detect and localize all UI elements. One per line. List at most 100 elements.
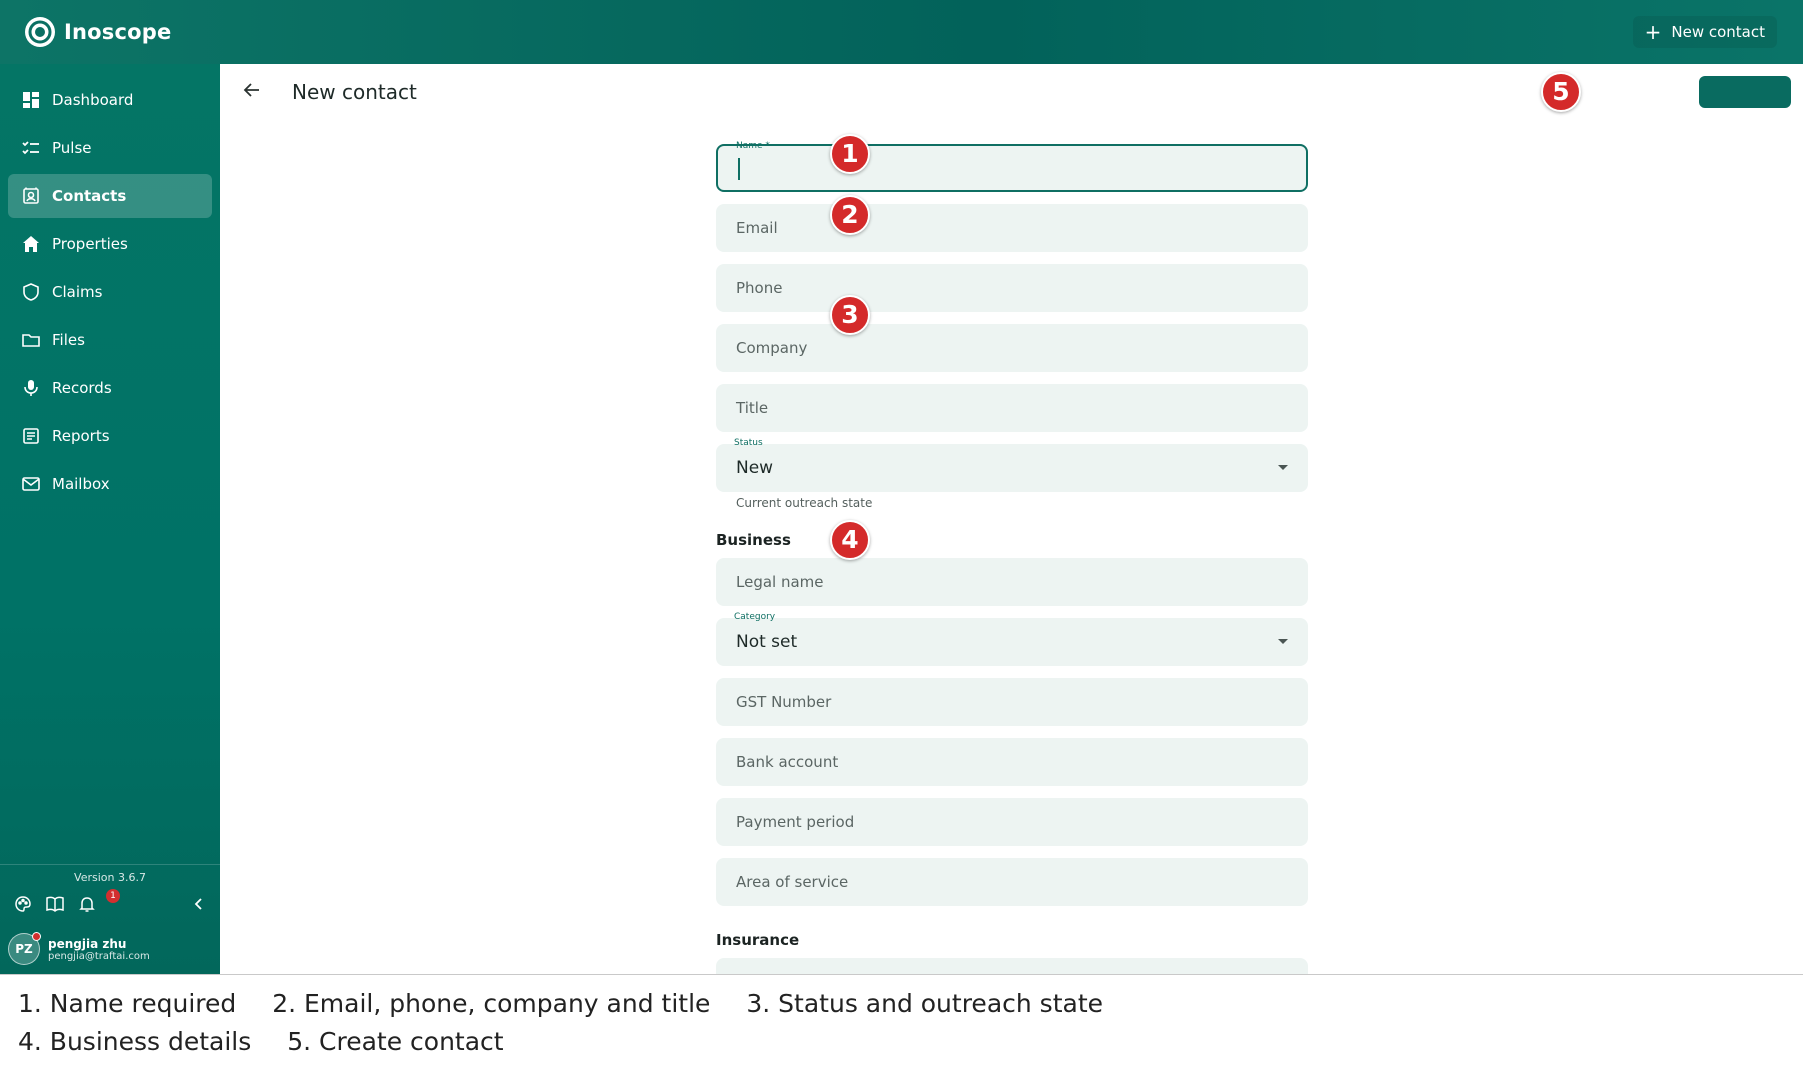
email-placeholder: Email [736,219,778,237]
avatar-initials: PZ [15,942,33,956]
page-title: New contact [292,80,417,104]
gst-placeholder: GST Number [736,693,832,711]
marker-5: 5 [1541,72,1581,112]
sidebar-item-label: Reports [52,427,110,445]
marker-3: 3 [830,295,870,335]
insurance-heading: Insurance [716,931,800,949]
sidebar-item-mailbox[interactable]: Mailbox [8,462,212,506]
brand[interactable]: Inoscope [24,16,171,48]
collapse-sidebar-icon[interactable] [190,895,210,915]
status-label: Status [734,438,763,448]
sidebar-item-label: Mailbox [52,475,110,493]
email-field[interactable]: Email [716,204,1308,252]
sidebar-item-dashboard[interactable]: Dashboard [8,78,212,122]
notification-badge: 1 [106,889,120,903]
app-name: Inoscope [64,20,172,44]
sidebar-item-contacts[interactable]: Contacts [8,174,212,218]
user-name: pengjia zhu [48,936,127,951]
dropdown-arrow-icon [1278,465,1288,470]
phone-field[interactable]: Phone [716,264,1308,312]
version-label: Version 3.6.7 [74,871,146,884]
category-value: Not set [736,632,798,652]
gst-number-field[interactable]: GST Number [716,678,1308,726]
company-field[interactable]: Company [716,324,1308,372]
avatar: PZ [8,932,41,965]
bank-placeholder: Bank account [736,753,839,771]
caption-line-1: 1. Name required 2. Email, phone, compan… [18,989,1131,1018]
sidebar-footer: Version 3.6.7 1 PZ pengjia zhu pengjia@t… [0,864,220,974]
new-contact-top-label: New contact [1671,23,1765,41]
marker-4: 4 [830,520,870,560]
insurance-field[interactable] [716,958,1308,974]
sidebar-item-files[interactable]: Files [8,318,212,362]
payment-period-field[interactable]: Payment period [716,798,1308,846]
sidebar-item-label: Pulse [52,139,92,157]
folder-icon [22,331,40,349]
user-email: pengjia@traftai.com [48,950,150,962]
mail-icon [22,475,40,493]
sidebar-item-label: Claims [52,283,103,301]
title-placeholder: Title [736,399,769,417]
create-contact-button[interactable] [1699,76,1791,108]
sidebar-item-reports[interactable]: Reports [8,414,212,458]
bell-icon[interactable] [78,895,98,915]
app-window: Inoscope + New contact Dashboard Pulse C… [0,0,1803,974]
main-content: New contact Name * Email Phone Company T… [220,64,1803,974]
category-select[interactable]: Category Not set [716,612,1308,666]
new-contact-top-button[interactable]: + New contact [1632,16,1777,48]
sidebar-item-properties[interactable]: Properties [8,222,212,266]
sidebar-item-label: Records [52,379,112,397]
marker-2: 2 [830,195,870,235]
sidebar-item-label: Dashboard [52,91,134,109]
report-icon [22,427,40,445]
sidebar: Dashboard Pulse Contacts Properties Clai… [0,64,220,974]
name-field-label: Name * [736,141,770,151]
caption-line-2: 4. Business details 5. Create contact [18,1027,532,1056]
bank-account-field[interactable]: Bank account [716,738,1308,786]
microphone-icon [22,379,40,397]
sidebar-item-records[interactable]: Records [8,366,212,410]
sidebar-item-pulse[interactable]: Pulse [8,126,212,170]
payment-placeholder: Payment period [736,813,855,831]
legal-name-placeholder: Legal name [736,573,824,591]
area-of-service-field[interactable]: Area of service [716,858,1308,906]
palette-icon[interactable] [14,895,34,915]
caption-item: 3. Status and outreach state [746,989,1104,1018]
category-label: Category [734,612,776,622]
inoscope-logo-icon [25,17,55,47]
caption: 1. Name required 2. Email, phone, compan… [0,974,1803,1085]
legal-name-field[interactable]: Legal name [716,558,1308,606]
arrow-left-icon [243,83,259,97]
dropdown-arrow-icon [1278,639,1288,644]
back-button[interactable] [238,76,266,104]
marker-1: 1 [830,134,870,174]
top-bar: Inoscope + New contact [0,0,1803,64]
dashboard-icon [22,91,40,109]
sidebar-item-claims[interactable]: Claims [8,270,212,314]
checklist-icon [22,139,40,157]
title-field[interactable]: Title [716,384,1308,432]
status-dot [32,932,41,941]
company-placeholder: Company [736,339,808,357]
book-icon[interactable] [46,895,66,915]
caption-item: 4. Business details [18,1027,252,1056]
phone-placeholder: Phone [736,279,783,297]
home-icon [22,235,40,253]
status-helper-text: Current outreach state [736,496,873,510]
status-select[interactable]: Status New [716,438,1308,492]
sidebar-nav: Dashboard Pulse Contacts Properties Clai… [8,78,212,510]
caption-item: 1. Name required [18,989,237,1018]
sidebar-footer-icons: 1 [14,889,204,917]
caption-item: 5. Create contact [287,1027,504,1056]
user-profile[interactable]: PZ pengjia zhu pengjia@traftai.com [8,932,150,965]
shield-icon [22,283,40,301]
name-field[interactable]: Name * [716,141,1308,192]
sidebar-item-label: Contacts [52,187,127,205]
contacts-icon [22,187,40,205]
text-caret [738,158,740,180]
sidebar-item-label: Files [52,331,85,349]
plus-icon: + [1644,20,1662,44]
status-value: New [736,458,774,478]
caption-item: 2. Email, phone, company and title [272,989,711,1018]
area-placeholder: Area of service [736,873,849,891]
